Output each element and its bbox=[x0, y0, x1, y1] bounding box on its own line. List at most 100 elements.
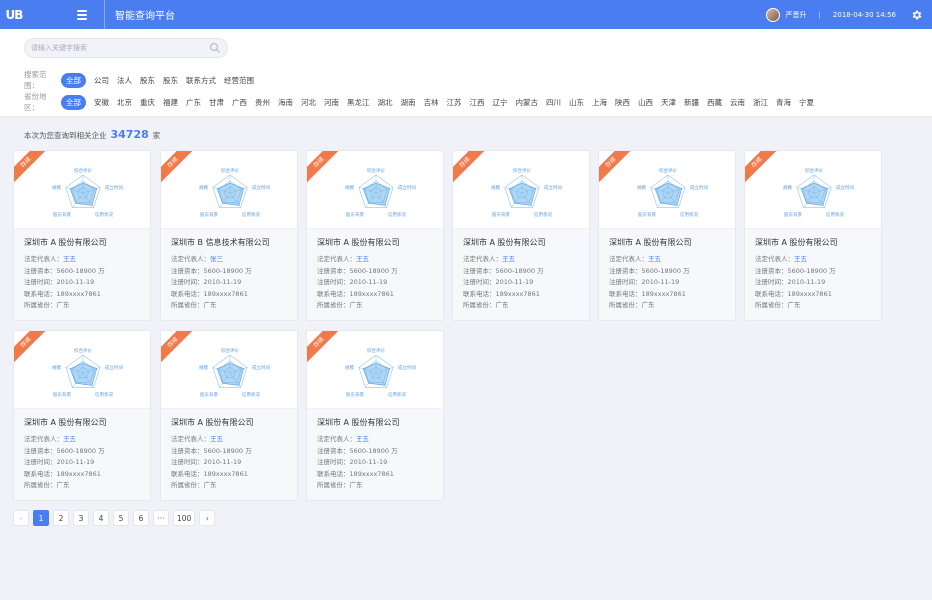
legal-rep-link[interactable]: 王五 bbox=[502, 255, 515, 263]
menu-icon[interactable] bbox=[70, 0, 94, 29]
legal-rep-link[interactable]: 王五 bbox=[356, 435, 369, 443]
scope-option[interactable]: 全部 bbox=[61, 72, 86, 88]
app-logo[interactable]: UB bbox=[0, 0, 28, 29]
page-button[interactable]: 4 bbox=[93, 510, 109, 526]
page-button[interactable]: 5 bbox=[113, 510, 129, 526]
province-option[interactable]: 广西 bbox=[232, 95, 247, 110]
province-option[interactable]: 山东 bbox=[569, 95, 584, 110]
registered-capital: 注册资本：5600-18900 万 bbox=[755, 266, 836, 275]
prev-page-button[interactable]: ‹ bbox=[13, 510, 29, 526]
province-option[interactable]: 宁夏 bbox=[799, 95, 814, 110]
scope-option[interactable]: 股东 bbox=[163, 73, 178, 88]
page-button[interactable]: ··· bbox=[153, 510, 169, 526]
scope-option[interactable]: 股东 bbox=[140, 73, 155, 88]
company-name[interactable]: 深圳市 A 股份有限公司 bbox=[24, 237, 142, 248]
province-option[interactable]: 重庆 bbox=[140, 95, 155, 110]
page-button[interactable]: 3 bbox=[73, 510, 89, 526]
province-option[interactable]: 新疆 bbox=[684, 95, 699, 110]
user-name[interactable]: 严晋升 bbox=[786, 10, 807, 20]
province-option[interactable]: 云南 bbox=[730, 95, 745, 110]
page-button[interactable]: 1 bbox=[33, 510, 49, 526]
radar-axis-label: 规模 bbox=[52, 364, 61, 371]
company-card[interactable]: 综合评价 成立时间 信用状况 股东背景 规模 存续 深圳市 A 股份有限公司 法定代表人… bbox=[160, 330, 298, 501]
province-option[interactable]: 辽宁 bbox=[493, 95, 508, 110]
company-name[interactable]: 深圳市 A 股份有限公司 bbox=[171, 417, 289, 428]
scope-option[interactable]: 经营范围 bbox=[224, 73, 254, 88]
company-name[interactable]: 深圳市 A 股份有限公司 bbox=[609, 237, 727, 248]
scope-option[interactable]: 法人 bbox=[117, 73, 132, 88]
company-name[interactable]: 深圳市 A 股份有限公司 bbox=[24, 417, 142, 428]
company-name[interactable]: 深圳市 A 股份有限公司 bbox=[317, 417, 435, 428]
company-card[interactable]: 综合评价 成立时间 信用状况 股东背景 规模 存续 深圳市 A 股份有限公司 法定代表人… bbox=[13, 150, 151, 321]
search-icon[interactable] bbox=[209, 42, 221, 54]
province-option[interactable]: 全部 bbox=[61, 94, 86, 110]
province-option[interactable]: 山西 bbox=[638, 95, 653, 110]
scope-option[interactable]: 联系方式 bbox=[186, 73, 216, 88]
company-card[interactable]: 综合评价 成立时间 信用状况 股东背景 规模 存续 深圳市 B 信息技术有限公司 法定代… bbox=[160, 150, 298, 321]
company-card[interactable]: 综合评价 成立时间 信用状况 股东背景 规模 存续 深圳市 A 股份有限公司 法定代表人… bbox=[306, 150, 444, 321]
radar-axis-label: 规模 bbox=[491, 184, 500, 191]
province-option[interactable]: 河北 bbox=[301, 95, 316, 110]
company-card[interactable]: 综合评价 成立时间 信用状况 股东背景 规模 存续 深圳市 A 股份有限公司 法定代表人… bbox=[13, 330, 151, 501]
province-option[interactable]: 河南 bbox=[324, 95, 339, 110]
company-name[interactable]: 深圳市 A 股份有限公司 bbox=[317, 237, 435, 248]
company-card[interactable]: 综合评价 成立时间 信用状况 股东背景 规模 存续 深圳市 A 股份有限公司 法定代表人… bbox=[598, 150, 736, 321]
avatar[interactable] bbox=[765, 7, 780, 22]
province-option[interactable]: 江苏 bbox=[447, 95, 462, 110]
page-button[interactable]: 2 bbox=[53, 510, 69, 526]
province-option[interactable]: 海南 bbox=[278, 95, 293, 110]
phone: 联系电话：189xxxx7861 bbox=[317, 289, 394, 298]
gear-icon[interactable] bbox=[910, 8, 924, 22]
company-card[interactable]: 综合评价 成立时间 信用状况 股东背景 规模 存续 深圳市 A 股份有限公司 法定代表人… bbox=[452, 150, 590, 321]
registration-date: 注册时间：2010-11-19 bbox=[463, 278, 534, 286]
radar-axis-label: 规模 bbox=[345, 184, 354, 191]
province-option[interactable]: 青海 bbox=[776, 95, 791, 110]
legal-rep: 法定代表人：王五 bbox=[24, 435, 76, 443]
province-option[interactable]: 内蒙古 bbox=[516, 95, 539, 110]
legal-rep-link[interactable]: 张三 bbox=[210, 255, 223, 263]
page-button[interactable]: 100 bbox=[173, 510, 196, 526]
radar-area: 综合评价 成立时间 信用状况 股东背景 规模 bbox=[745, 151, 881, 228]
header-datetime: 2018-04-30 14:56 bbox=[832, 10, 896, 19]
legal-rep-link[interactable]: 王五 bbox=[210, 435, 223, 443]
province-option[interactable]: 甘肃 bbox=[209, 95, 224, 110]
province-option[interactable]: 广东 bbox=[186, 95, 201, 110]
legal-rep-link[interactable]: 王五 bbox=[63, 255, 76, 263]
legal-rep-link[interactable]: 王五 bbox=[63, 435, 76, 443]
province-option[interactable]: 湖北 bbox=[378, 95, 393, 110]
radar-axis-label: 股东背景 bbox=[53, 211, 71, 218]
province-option[interactable]: 陕西 bbox=[615, 95, 630, 110]
radar-axis-label: 成立时间 bbox=[398, 364, 416, 371]
company-name[interactable]: 深圳市 A 股份有限公司 bbox=[755, 237, 873, 248]
company-name[interactable]: 深圳市 A 股份有限公司 bbox=[463, 237, 581, 248]
legal-rep-link[interactable]: 王五 bbox=[356, 255, 369, 263]
company-card[interactable]: 综合评价 成立时间 信用状况 股东背景 规模 存续 深圳市 A 股份有限公司 法定代表人… bbox=[744, 150, 882, 321]
next-page-button[interactable]: › bbox=[199, 510, 216, 526]
province-option[interactable]: 江西 bbox=[470, 95, 485, 110]
legal-rep-link[interactable]: 王五 bbox=[794, 255, 807, 263]
province-option[interactable]: 浙江 bbox=[753, 95, 768, 110]
legal-rep-link[interactable]: 王五 bbox=[648, 255, 661, 263]
province-option[interactable]: 福建 bbox=[163, 95, 178, 110]
search-input[interactable] bbox=[25, 39, 195, 57]
radar-chart: 综合评价成立时间信用状况 股东背景 规模 bbox=[783, 167, 854, 218]
province-option[interactable]: 四川 bbox=[546, 95, 561, 110]
page-button[interactable]: 6 bbox=[133, 510, 149, 526]
province-option[interactable]: 西藏 bbox=[707, 95, 722, 110]
province-option[interactable]: 吉林 bbox=[424, 95, 439, 110]
user-area: 严晋升 | 2018-04-30 14:56 bbox=[765, 7, 932, 22]
card-body: 深圳市 A 股份有限公司 法定代表人：王五 注册资本：5600-18900 万 … bbox=[599, 228, 735, 320]
province-option[interactable]: 贵州 bbox=[255, 95, 270, 110]
province-option[interactable]: 黑龙江 bbox=[347, 95, 370, 110]
province-option[interactable]: 安徽 bbox=[94, 95, 109, 110]
radar-axis-label: 综合评价 bbox=[221, 167, 239, 174]
province-option[interactable]: 北京 bbox=[117, 95, 132, 110]
province-option[interactable]: 湖南 bbox=[401, 95, 416, 110]
company-card[interactable]: 综合评价 成立时间 信用状况 股东背景 规模 存续 深圳市 A 股份有限公司 法定代表人… bbox=[306, 330, 444, 501]
scope-option[interactable]: 公司 bbox=[94, 73, 109, 88]
company-name[interactable]: 深圳市 B 信息技术有限公司 bbox=[171, 237, 289, 248]
province-option[interactable]: 上海 bbox=[592, 95, 607, 110]
radar-area: 综合评价 成立时间 信用状况 股东背景 规模 bbox=[307, 331, 443, 408]
province-option[interactable]: 天津 bbox=[661, 95, 676, 110]
card-body: 深圳市 A 股份有限公司 法定代表人：王五 注册资本：5600-18900 万 … bbox=[307, 408, 443, 500]
